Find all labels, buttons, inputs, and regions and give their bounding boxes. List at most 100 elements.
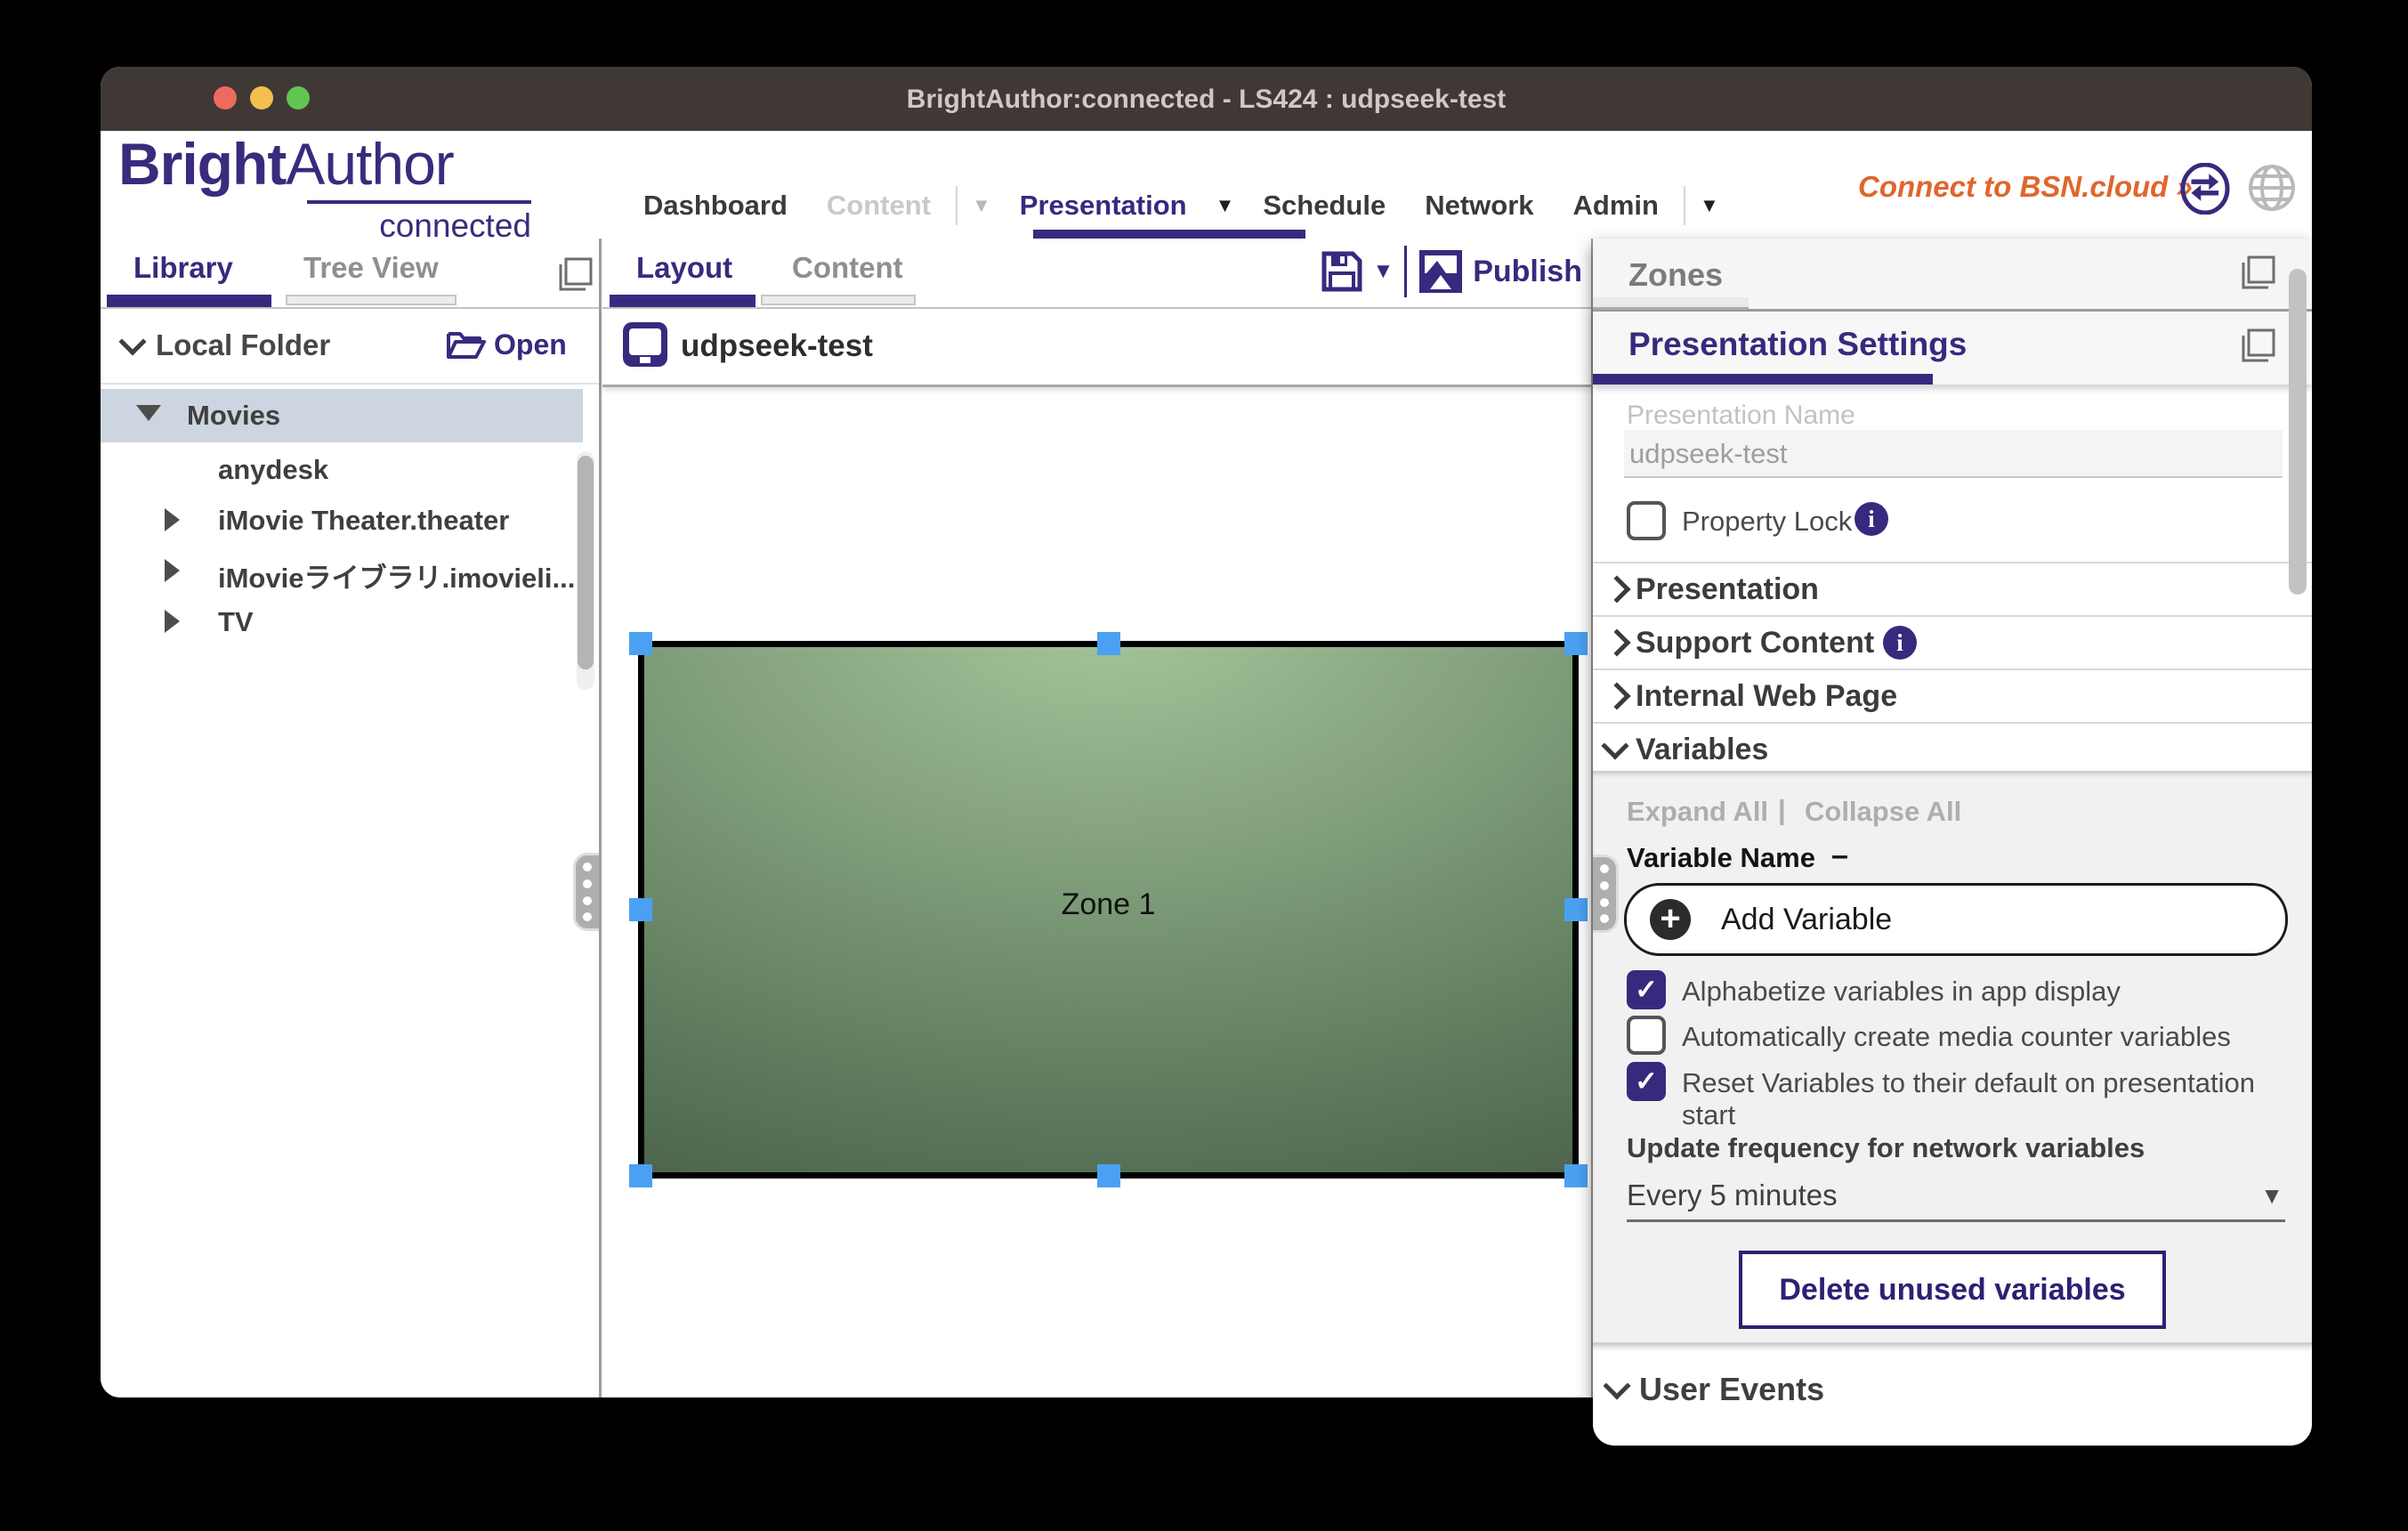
chevron-down-icon[interactable]: ▼ <box>972 194 991 217</box>
splitter-handle[interactable] <box>573 853 599 931</box>
resize-handle-bottom[interactable] <box>1097 1164 1120 1187</box>
zones-title[interactable]: Zones <box>1628 256 1723 294</box>
nav-presentation[interactable]: Presentation <box>1020 190 1187 222</box>
expand-all-link[interactable]: Expand All <box>1627 796 1768 828</box>
inactive-tab-underline <box>286 295 457 305</box>
accordion-variables[interactable]: Variables <box>1593 722 2312 773</box>
chevron-down-icon[interactable]: ▼ <box>1700 194 1719 217</box>
property-lock-checkbox[interactable] <box>1627 501 1666 540</box>
chevron-down-icon[interactable]: ▼ <box>1216 194 1235 217</box>
collapsed-arrow-icon[interactable] <box>165 559 180 582</box>
window-title: BrightAuthor:connected - LS424 : udpseek… <box>101 67 2312 131</box>
presentation-name-input[interactable]: udpseek-test <box>1624 430 2283 478</box>
media-counter-label: Automatically create media counter varia… <box>1682 1021 2231 1053</box>
user-events-label: User Events <box>1639 1371 1824 1408</box>
globe-icon[interactable] <box>2247 163 2297 213</box>
tree-item-label: iMovie Theater.theater <box>218 505 509 537</box>
nav-admin[interactable]: Admin <box>1573 190 1659 222</box>
library-scrollbar[interactable] <box>577 451 594 690</box>
expand-panel-icon[interactable] <box>2241 328 2276 363</box>
resize-handle-right[interactable] <box>1564 898 1588 921</box>
open-folder-button[interactable]: Open <box>446 327 567 362</box>
save-options-chevron-icon[interactable]: ▼ <box>1372 259 1394 284</box>
info-icon[interactable]: i <box>1883 626 1917 660</box>
tree-item-movies[interactable]: Movies <box>101 389 583 442</box>
nav-content[interactable]: Content <box>827 190 931 222</box>
delete-unused-variables-button[interactable]: Delete unused variables <box>1739 1251 2166 1329</box>
property-lock-label: Property Lock <box>1682 506 1852 538</box>
publish-button[interactable]: Publish <box>1473 255 1582 289</box>
links-separator: | <box>1778 794 1786 826</box>
presentation-name: udpseek-test <box>681 328 873 364</box>
chevron-down-icon <box>1601 732 1628 759</box>
alphabetize-label: Alphabetize variables in app display <box>1682 976 2121 1008</box>
sync-icon[interactable] <box>2179 163 2231 215</box>
tree-item-label: iMovieライブラリ.imovieli... <box>218 555 575 595</box>
presentation-settings-panel: Zones Presentation Settings Presentation… <box>1593 239 2312 1444</box>
connect-bsn-link[interactable]: Connect to BSN.cloud » <box>1858 170 2193 204</box>
layout-tabs: Layout Content ▼ Publish <box>602 239 1591 309</box>
expanded-arrow-icon[interactable] <box>136 405 161 421</box>
resize-handle-top[interactable] <box>1097 632 1120 655</box>
tab-library[interactable]: Library <box>133 251 233 285</box>
zone-1[interactable]: Zone 1 <box>638 641 1579 1179</box>
app-header: BrightAuthor connected Dashboard Content… <box>101 131 2312 239</box>
chevron-right-icon <box>1603 682 1630 709</box>
user-events-header[interactable]: User Events <box>1593 1342 2312 1446</box>
tab-content[interactable]: Content <box>792 251 903 285</box>
active-tab-underline <box>107 295 271 307</box>
tab-tree-view[interactable]: Tree View <box>303 251 439 285</box>
accordion-internal-web-page[interactable]: Internal Web Page <box>1593 668 2312 724</box>
resize-handle-bottom-right[interactable] <box>1564 1164 1588 1187</box>
resize-handle-top-right[interactable] <box>1564 632 1588 655</box>
resize-handle-left[interactable] <box>629 898 652 921</box>
tree-item-imovie-library[interactable]: iMovieライブラリ.imovieli... <box>101 547 583 597</box>
settings-scrollbar-thumb[interactable] <box>2289 269 2307 595</box>
splitter-handle[interactable] <box>1593 855 1619 933</box>
add-variable-button[interactable]: + Add Variable <box>1624 883 2288 956</box>
variable-name-sort-label[interactable]: Variable Name <box>1627 842 1815 874</box>
chevron-down-icon <box>118 328 146 355</box>
settings-header: Presentation Settings <box>1593 312 2312 385</box>
logo-underline <box>307 200 531 204</box>
toolbar-separator <box>1404 246 1407 297</box>
app-window: BrightAuthor:connected - LS424 : udpseek… <box>101 67 2312 1397</box>
presentation-toolbar: udpseek-test <box>602 309 1591 387</box>
resize-handle-bottom-left[interactable] <box>629 1164 652 1187</box>
alphabetize-checkbox[interactable]: ✓ <box>1627 970 1666 1009</box>
tree-item-anydesk[interactable]: anydesk <box>101 445 583 496</box>
nav-schedule[interactable]: Schedule <box>1263 190 1386 222</box>
info-icon[interactable]: i <box>1854 502 1888 536</box>
nav-network[interactable]: Network <box>1425 190 1533 222</box>
inactive-tab-underline <box>761 295 916 305</box>
collapsed-arrow-icon[interactable] <box>165 610 180 633</box>
expand-panel-icon[interactable] <box>2241 255 2276 290</box>
active-tab-underline <box>1593 374 1933 385</box>
reset-variables-checkbox[interactable]: ✓ <box>1627 1062 1666 1101</box>
collapse-all-link[interactable]: Collapse All <box>1805 796 1961 828</box>
open-label: Open <box>494 328 567 361</box>
variables-section: Expand All | Collapse All Variable Name … <box>1593 771 2312 1342</box>
publish-icon[interactable] <box>1418 248 1464 295</box>
reset-variables-label: Reset Variables to their default on pres… <box>1682 1067 2312 1131</box>
chevron-down-icon: ▼ <box>2260 1182 2283 1210</box>
tree-item-imovie-theater[interactable]: iMovie Theater.theater <box>101 496 583 547</box>
expand-panel-icon[interactable] <box>558 256 594 292</box>
accordion-presentation[interactable]: Presentation <box>1593 562 2312 617</box>
tree-item-label: anydesk <box>218 454 328 486</box>
add-variable-label: Add Variable <box>1721 903 1892 937</box>
update-frequency-dropdown[interactable]: Every 5 minutes ▼ <box>1627 1173 2285 1222</box>
zones-header: Zones <box>1593 239 2312 312</box>
save-icon[interactable] <box>1319 248 1365 295</box>
tree-item-tv[interactable]: TV <box>101 597 583 648</box>
media-counter-checkbox[interactable] <box>1627 1016 1666 1055</box>
left-divider[interactable] <box>599 239 602 1397</box>
sort-dash-icon: – <box>1831 838 1848 873</box>
local-folder-header[interactable]: Local Folder Open <box>101 309 599 385</box>
resize-handle-top-left[interactable] <box>629 632 652 655</box>
collapsed-arrow-icon[interactable] <box>165 508 180 531</box>
tab-layout[interactable]: Layout <box>636 251 732 285</box>
accordion-support-content[interactable]: Support Content i <box>1593 615 2312 670</box>
nav-dashboard[interactable]: Dashboard <box>643 190 788 222</box>
scrollbar-thumb[interactable] <box>578 456 594 669</box>
